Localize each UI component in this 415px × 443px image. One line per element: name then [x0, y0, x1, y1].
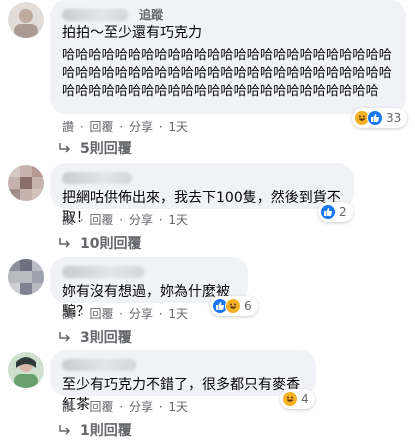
comment-actions: 讚 · 回覆 · 分享 · 1天 — [62, 307, 189, 321]
reply-arrow-icon — [59, 332, 71, 342]
view-replies-button[interactable]: 10則回覆 — [58, 233, 141, 253]
comment-text-continued: 哈哈哈哈哈哈哈哈哈哈哈哈哈哈哈哈哈哈哈哈哈哈哈哈哈哈哈哈哈哈哈哈哈哈哈哈哈哈哈哈… — [62, 48, 393, 99]
avatar[interactable] — [8, 165, 44, 201]
comment-text: 拍拍～至少還有巧克力 — [62, 25, 202, 41]
like-action[interactable]: 讚 — [62, 213, 74, 227]
reaction-count: 6 — [244, 299, 252, 313]
reply-arrow-icon — [59, 425, 71, 435]
replies-label: 1則回覆 — [80, 423, 132, 439]
reply-action[interactable]: 回覆 — [89, 307, 113, 321]
reaction-summary[interactable]: 2 — [318, 202, 353, 222]
reply-action[interactable]: 回覆 — [89, 120, 113, 134]
like-icon — [367, 110, 383, 126]
view-replies-button[interactable]: 5則回覆 — [58, 138, 132, 158]
comment-bubble: 追蹤 拍拍～至少還有巧克力 哈哈哈哈哈哈哈哈哈哈哈哈哈哈哈哈哈哈哈哈哈哈哈哈哈哈… — [50, 0, 406, 114]
avatar[interactable] — [8, 352, 44, 388]
view-replies-button[interactable]: 1則回覆 — [58, 420, 132, 440]
timestamp[interactable]: 1天 — [168, 307, 188, 321]
haha-icon — [225, 298, 241, 314]
replies-label: 5則回覆 — [80, 141, 132, 157]
reaction-summary[interactable]: 6 — [210, 296, 258, 316]
comment-actions: 讚 · 回覆 · 分享 · 1天 — [62, 120, 189, 134]
share-action[interactable]: 分享 — [129, 400, 153, 414]
avatar-image — [8, 259, 44, 295]
reaction-count: 2 — [339, 205, 347, 219]
author-name[interactable] — [62, 358, 136, 371]
reaction-count: 33 — [386, 111, 402, 125]
share-action[interactable]: 分享 — [129, 307, 153, 321]
avatar[interactable] — [8, 2, 44, 38]
reply-arrow-icon — [59, 143, 71, 153]
like-action[interactable]: 讚 — [62, 120, 74, 134]
comment-bubble: 把網咕供佈出來，我去下100隻，然後到貨不取！ — [50, 163, 354, 226]
reaction-summary[interactable]: 4 — [280, 389, 315, 409]
reaction-count: 4 — [301, 392, 309, 406]
like-action[interactable]: 讚 — [62, 307, 74, 321]
share-action[interactable]: 分享 — [129, 213, 153, 227]
comment-actions: 讚 · 回覆 · 分享 · 1天 — [62, 213, 189, 227]
avatar-image — [8, 165, 44, 201]
like-icon — [320, 204, 336, 220]
follow-button[interactable]: 追蹤 — [139, 8, 163, 22]
haha-icon — [282, 391, 298, 407]
replies-label: 10則回覆 — [80, 236, 142, 252]
timestamp[interactable]: 1天 — [168, 400, 188, 414]
timestamp[interactable]: 1天 — [168, 213, 188, 227]
avatar-image — [8, 2, 44, 38]
avatar[interactable] — [8, 259, 44, 295]
reaction-summary[interactable]: 33 — [352, 108, 408, 128]
author-name[interactable] — [62, 8, 128, 21]
reply-action[interactable]: 回覆 — [89, 213, 113, 227]
author-name[interactable] — [62, 265, 144, 278]
timestamp[interactable]: 1天 — [168, 120, 188, 134]
share-action[interactable]: 分享 — [129, 120, 153, 134]
author-name[interactable] — [62, 171, 132, 184]
like-action[interactable]: 讚 — [62, 400, 74, 414]
replies-label: 3則回覆 — [80, 330, 132, 346]
avatar-image — [8, 352, 44, 388]
comment-actions: 讚 · 回覆 · 分享 · 1天 — [62, 400, 189, 414]
reply-arrow-icon — [59, 238, 71, 248]
reply-action[interactable]: 回覆 — [89, 400, 113, 414]
comment-bubble: 至少有巧克力不錯了，很多都只有麥香紅茶 — [50, 350, 316, 413]
view-replies-button[interactable]: 3則回覆 — [58, 327, 132, 347]
